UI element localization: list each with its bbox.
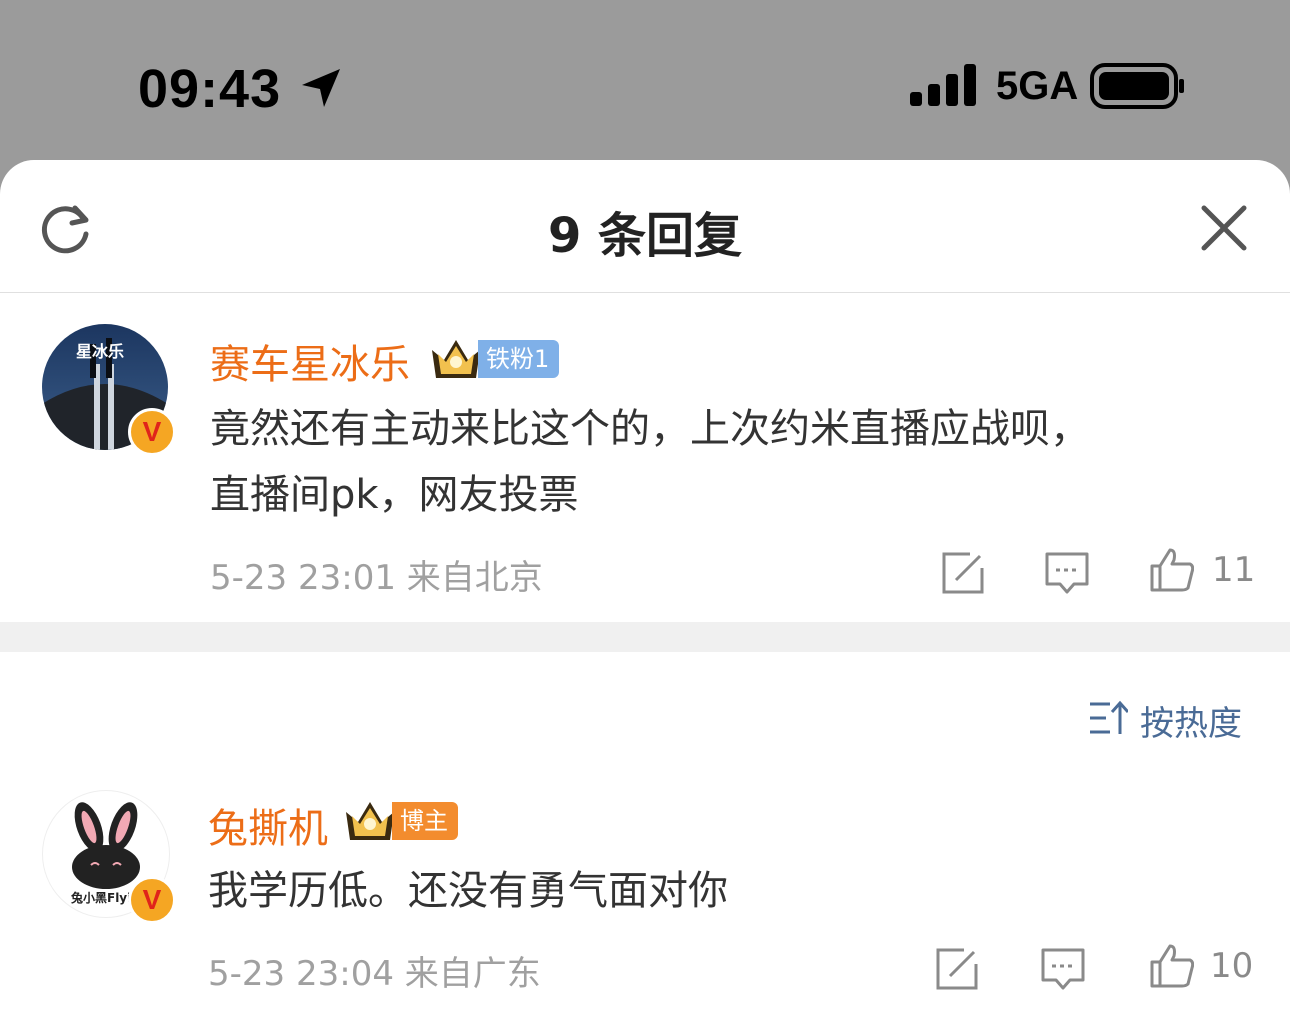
location-arrow-icon [302,69,340,107]
replies-sheet: 9 条回复 星冰乐 V 赛车星冰乐 铁粉1 竟然还有主动来比这个的，上次约米直播… [0,160,1290,1010]
share-icon[interactable] [940,550,986,596]
comment-meta: 5-23 23:04 来自广东 [208,954,541,994]
blogger-badge: 博主 [392,802,458,840]
verified-badge: V [128,876,176,924]
section-divider [0,622,1290,652]
comment-text-line: 直播间pk，网友投票 [210,472,579,518]
close-icon[interactable] [1198,202,1250,254]
avatar-text: 兔小黑Flyi [71,891,132,905]
comment-text-line: 我学历低。还没有勇气面对你 [208,868,728,914]
crown-icon [346,802,394,840]
comment-username[interactable]: 兔撕机 [208,796,328,854]
sort-icon [1090,700,1128,734]
sheet-header: 9 条回复 [0,160,1290,293]
like-icon[interactable] [1148,546,1194,592]
signal-icon [910,64,976,106]
avatar-text: 星冰乐 [76,342,125,361]
like-icon[interactable] [1148,942,1194,988]
sort-label: 按热度 [1140,704,1242,744]
comment-text-line: 竟然还有主动来比这个的，上次约米直播应战呗， [210,406,1090,452]
battery-icon [1090,63,1184,109]
like-count: 10 [1210,946,1254,986]
share-icon[interactable] [934,946,980,992]
like-count: 11 [1212,550,1256,590]
comment-icon[interactable] [1040,946,1086,992]
fan-level-badge: 铁粉1 [478,340,560,378]
comment-icon[interactable] [1044,550,1090,596]
verified-badge: V [128,408,176,456]
comment-username[interactable]: 赛车星冰乐 [210,332,410,390]
network-label: 5GA [996,64,1079,108]
crown-icon [432,340,480,378]
comment-meta: 5-23 23:01 来自北京 [210,558,543,598]
status-time: 09:43 [138,59,282,119]
sheet-title: 9 条回复 [547,208,743,264]
